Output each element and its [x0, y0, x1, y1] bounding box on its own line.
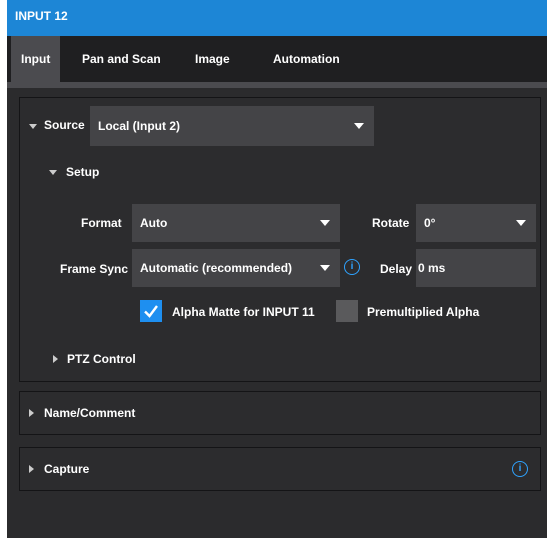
tab-image[interactable]: Image [195, 36, 230, 82]
frame-sync-label: Frame Sync [60, 262, 129, 276]
tab-underline [7, 82, 547, 88]
premultiplied-alpha-label: Premultiplied Alpha [367, 305, 480, 319]
source-dropdown[interactable]: Local (Input 2) [90, 106, 374, 146]
ptz-expand-icon[interactable] [53, 355, 58, 363]
input-config-window: INPUT 12 Input Pan and Scan Image Automa… [7, 0, 547, 538]
chevron-down-icon [516, 220, 526, 226]
alpha-matte-checkbox[interactable] [140, 300, 162, 322]
chevron-down-icon [320, 265, 330, 271]
format-label: Format [81, 216, 122, 230]
title-bar: INPUT 12 [7, 0, 547, 36]
tab-input[interactable]: Input [11, 36, 61, 82]
tab-input-label: Input [21, 52, 51, 66]
source-panel: Source Local (Input 2) Setup Format Auto… [19, 97, 541, 382]
rotate-value: 0° [424, 216, 436, 230]
source-label: Source [44, 118, 85, 132]
window-title: INPUT 12 [15, 9, 68, 23]
tab-pan-and-scan[interactable]: Pan and Scan [82, 36, 161, 82]
frame-sync-value: Automatic (recommended) [140, 261, 293, 275]
format-value: Auto [140, 216, 168, 230]
ptz-control-label[interactable]: PTZ Control [67, 352, 136, 366]
format-dropdown[interactable]: Auto [132, 204, 340, 242]
capture-label: Capture [44, 462, 90, 476]
tab-automation[interactable]: Automation [273, 36, 340, 82]
rotate-dropdown[interactable]: 0° [416, 204, 536, 242]
info-icon[interactable]: i [344, 259, 360, 275]
delay-input[interactable]: 0 ms [416, 249, 536, 287]
setup-label: Setup [66, 165, 100, 179]
source-value: Local (Input 2) [98, 119, 180, 133]
tab-pan-and-scan-label: Pan and Scan [82, 52, 161, 66]
source-collapse-icon[interactable] [29, 124, 37, 129]
setup-collapse-icon[interactable] [49, 170, 57, 175]
tab-automation-label: Automation [273, 52, 340, 66]
name-comment-expand-icon[interactable] [29, 409, 34, 417]
rotate-label: Rotate [372, 216, 410, 230]
tab-image-label: Image [195, 52, 230, 66]
delay-label: Delay [380, 262, 413, 276]
chevron-down-icon [320, 220, 330, 226]
name-comment-panel[interactable]: Name/Comment [19, 391, 541, 435]
name-comment-label: Name/Comment [44, 406, 136, 420]
capture-expand-icon[interactable] [29, 465, 34, 473]
chevron-down-icon [354, 123, 364, 129]
premultiplied-alpha-checkbox[interactable] [336, 300, 358, 322]
alpha-matte-label: Alpha Matte for INPUT 11 [172, 305, 315, 319]
frame-sync-dropdown[interactable]: Automatic (recommended) [132, 249, 340, 287]
checkmark-icon [144, 305, 158, 318]
capture-panel[interactable]: Capture i [19, 447, 541, 491]
info-icon[interactable]: i [512, 461, 528, 477]
tab-strip: Input Pan and Scan Image Automation [7, 36, 547, 82]
delay-value: 0 ms [418, 261, 446, 275]
